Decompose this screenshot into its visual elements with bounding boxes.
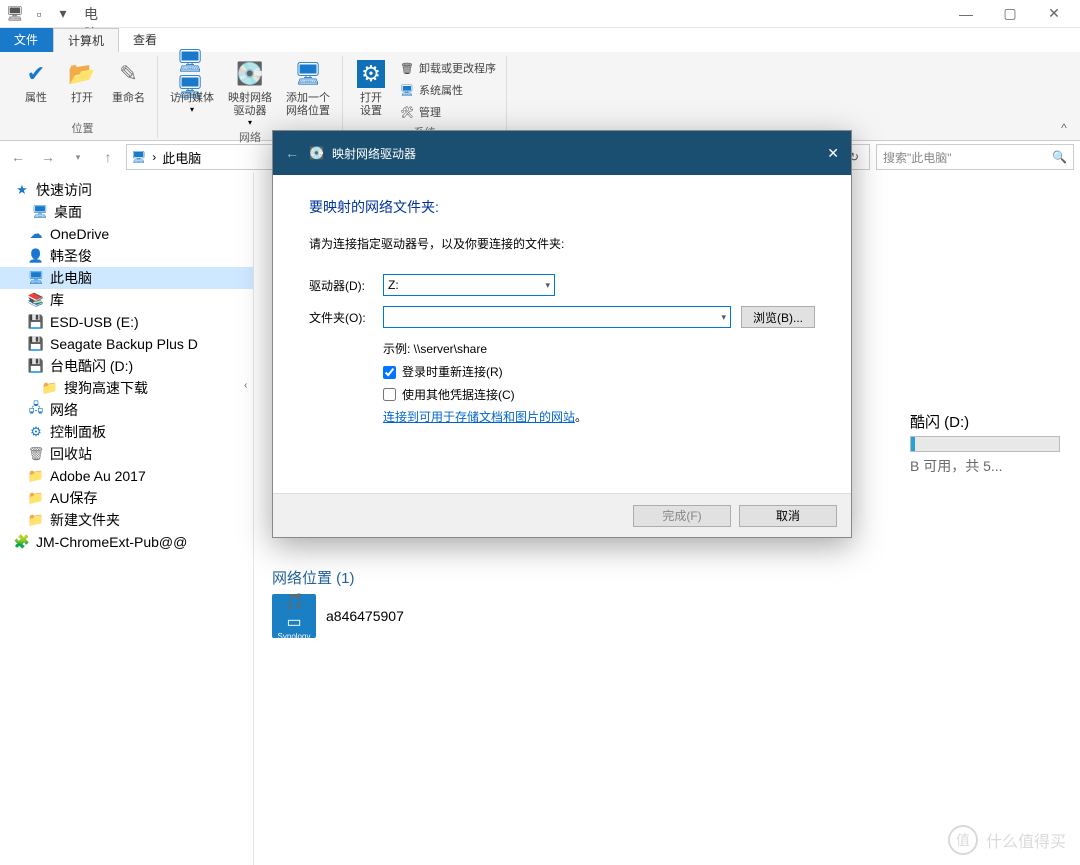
tree-au-save[interactable]: 📁AU保存 bbox=[0, 487, 253, 509]
ribbon-group-location: ✔属性 📂打开 ✎重命名 位置 bbox=[8, 56, 158, 138]
tree-taidian[interactable]: 💾台电酷闪 (D:) bbox=[0, 355, 253, 377]
dialog-body: 要映射的网络文件夹: 请为连接指定驱动器号，以及你要连接的文件夹: 驱动器(D)… bbox=[273, 175, 851, 439]
ribbon-group-network: 🖥🖥访问媒体▾ 💽映射网络 驱动器▾ 🖥添加一个 网络位置 网络 bbox=[158, 56, 343, 138]
dialog-heading: 要映射的网络文件夹: bbox=[309, 197, 815, 217]
other-cred-checkbox-input[interactable] bbox=[383, 388, 396, 401]
drive-select[interactable]: Z: ▾ bbox=[383, 274, 555, 296]
search-placeholder: 搜索"此电脑" bbox=[883, 149, 952, 166]
pc-icon: 🖥 bbox=[131, 150, 146, 164]
tab-view[interactable]: 查看 bbox=[119, 28, 172, 52]
search-icon[interactable]: 🔍 bbox=[1052, 150, 1067, 164]
watermark-text: 什么值得买 bbox=[986, 828, 1066, 852]
ribbon-group-label: 位置 bbox=[72, 120, 94, 138]
ribbon-open[interactable]: 📂打开 bbox=[60, 56, 104, 120]
breadcrumb-separator: › bbox=[152, 150, 156, 164]
ribbon-properties[interactable]: ✔属性 bbox=[14, 56, 58, 120]
ribbon-group-label: 网络 bbox=[239, 129, 261, 147]
tree-new-folder[interactable]: 📁新建文件夹 bbox=[0, 509, 253, 531]
nav-forward-icon[interactable]: → bbox=[36, 145, 60, 169]
dialog-drive-row: 驱动器(D): Z: ▾ bbox=[309, 274, 815, 296]
tab-file[interactable]: 文件 bbox=[0, 28, 53, 52]
nas-icon: 🎵▭ Synology bbox=[272, 594, 316, 638]
nav-history-icon[interactable]: ▾ bbox=[66, 145, 90, 169]
dialog-titlebar: ← 💽 映射网络驱动器 ✕ bbox=[273, 131, 851, 175]
search-input[interactable]: 搜索"此电脑" 🔍 bbox=[876, 144, 1074, 170]
ribbon-uninstall[interactable]: 🗑卸载或更改程序 bbox=[399, 58, 496, 78]
network-location-item[interactable]: 🎵▭ Synology a846475907 bbox=[272, 594, 1062, 638]
maximize-button[interactable]: ▢ bbox=[988, 0, 1032, 28]
network-location-name: a846475907 bbox=[326, 608, 404, 624]
finish-button[interactable]: 完成(F) bbox=[633, 505, 731, 527]
drive-label: 驱动器(D): bbox=[309, 277, 383, 294]
breadcrumb[interactable]: 此电脑 bbox=[162, 148, 201, 167]
reconnect-checkbox-input[interactable] bbox=[383, 366, 396, 379]
storage-link[interactable]: 连接到可用于存储文档和图片的网站 bbox=[383, 410, 575, 424]
dialog-icon: 💽 bbox=[309, 146, 324, 160]
window-title: 此电脑 bbox=[84, 3, 106, 25]
drive-info-text: B 可用，共 5... bbox=[910, 456, 1060, 476]
ribbon-collapse-icon[interactable]: ^ bbox=[1054, 118, 1074, 138]
drive-name[interactable]: 酷闪 (D:) bbox=[910, 411, 1060, 432]
dialog-folder-row: 文件夹(O): ▾ 浏览(B)... bbox=[309, 306, 815, 328]
qat-item[interactable]: ▫ bbox=[28, 3, 50, 25]
folder-input[interactable]: ▾ bbox=[383, 306, 731, 328]
minimize-button[interactable]: — bbox=[944, 0, 988, 28]
chevron-down-icon: ▾ bbox=[545, 280, 550, 291]
tab-computer[interactable]: 计算机 bbox=[53, 28, 119, 52]
example-text: 示例: \\server\share bbox=[383, 338, 815, 361]
tree-quick-access[interactable]: ★快速访问 bbox=[0, 179, 253, 201]
tree-adobe[interactable]: 📁Adobe Au 2017 bbox=[0, 465, 253, 487]
titlebar: 🖥 ▫ ▾ 此电脑 — ▢ ✕ bbox=[0, 0, 1080, 28]
window-controls: — ▢ ✕ bbox=[944, 0, 1076, 28]
tree-onedrive[interactable]: ☁OneDrive bbox=[0, 223, 253, 245]
tree-sogou[interactable]: 📁搜狗高速下载 bbox=[0, 377, 253, 399]
ribbon-open-settings[interactable]: ⚙打开 设置 bbox=[349, 56, 393, 124]
nav-tree: ★快速访问 🖥桌面 ☁OneDrive 👤韩圣俊 🖥此电脑 📚库 💾ESD-US… bbox=[0, 173, 254, 865]
ribbon-system-small: 🗑卸载或更改程序 🖥系统属性 🛠管理 bbox=[395, 56, 500, 124]
ribbon-group-system: ⚙打开 设置 🗑卸载或更改程序 🖥系统属性 🛠管理 系统 bbox=[343, 56, 507, 138]
close-button[interactable]: ✕ bbox=[1032, 0, 1076, 28]
dialog-back-icon[interactable]: ← bbox=[285, 145, 299, 161]
tree-jm-chrome[interactable]: 🧩JM-ChromeExt-Pub@@ bbox=[0, 531, 253, 553]
dialog-instruction: 请为连接指定驱动器号，以及你要连接的文件夹: bbox=[309, 235, 815, 252]
dialog-sub: 示例: \\server\share 登录时重新连接(R) 使用其他凭据连接(C… bbox=[383, 338, 815, 429]
app-icon: 🖥 bbox=[4, 3, 26, 25]
ribbon-access-media[interactable]: 🖥🖥访问媒体▾ bbox=[164, 56, 220, 129]
ribbon: ✔属性 📂打开 ✎重命名 位置 🖥🖥访问媒体▾ 💽映射网络 驱动器▾ 🖥添加一个… bbox=[0, 52, 1080, 141]
watermark: 值 什么值得买 bbox=[948, 825, 1066, 855]
tree-control-panel[interactable]: ⚙控制面板 bbox=[0, 421, 253, 443]
drive-value: Z: bbox=[388, 278, 399, 292]
folder-label: 文件夹(O): bbox=[309, 309, 383, 326]
ribbon-sys-props[interactable]: 🖥系统属性 bbox=[399, 80, 496, 100]
ribbon-tabs: 文件 计算机 查看 bbox=[0, 28, 1080, 52]
tree-libraries[interactable]: 📚库 bbox=[0, 289, 253, 311]
map-drive-dialog: ← 💽 映射网络驱动器 ✕ 要映射的网络文件夹: 请为连接指定驱动器号，以及你要… bbox=[272, 130, 852, 538]
tree-this-pc[interactable]: 🖥此电脑 bbox=[0, 267, 253, 289]
tree-seagate[interactable]: 💾Seagate Backup Plus D bbox=[0, 333, 253, 355]
dialog-title: 映射网络驱动器 bbox=[332, 145, 416, 162]
cancel-button[interactable]: 取消 bbox=[739, 505, 837, 527]
nav-up-icon[interactable]: ↑ bbox=[96, 145, 120, 169]
nav-back-icon[interactable]: ← bbox=[6, 145, 30, 169]
dialog-close-icon[interactable]: ✕ bbox=[827, 145, 839, 162]
tree-desktop[interactable]: 🖥桌面 bbox=[0, 201, 253, 223]
dialog-footer: 完成(F) 取消 bbox=[273, 493, 851, 537]
tree-network[interactable]: 🖧网络 bbox=[0, 399, 253, 421]
tree-user[interactable]: 👤韩圣俊 bbox=[0, 245, 253, 267]
section-network-locations[interactable]: 网络位置 (1) bbox=[272, 567, 1062, 588]
reconnect-checkbox[interactable]: 登录时重新连接(R) bbox=[383, 361, 815, 384]
ribbon-add-location[interactable]: 🖥添加一个 网络位置 bbox=[280, 56, 336, 129]
ribbon-map-drive[interactable]: 💽映射网络 驱动器▾ bbox=[222, 56, 278, 129]
tree-recycle[interactable]: 🗑回收站 bbox=[0, 443, 253, 465]
watermark-icon: 值 bbox=[948, 825, 978, 855]
qat-item[interactable]: ▾ bbox=[52, 3, 74, 25]
browse-button[interactable]: 浏览(B)... bbox=[741, 306, 815, 328]
ribbon-manage[interactable]: 🛠管理 bbox=[399, 102, 496, 122]
quick-access-toolbar: 🖥 ▫ ▾ 此电脑 bbox=[4, 3, 106, 25]
ribbon-rename[interactable]: ✎重命名 bbox=[106, 56, 151, 120]
tree-esd-usb[interactable]: 💾ESD-USB (E:) bbox=[0, 311, 253, 333]
other-cred-checkbox[interactable]: 使用其他凭据连接(C) bbox=[383, 384, 815, 407]
chevron-down-icon: ▾ bbox=[721, 312, 726, 323]
drive-usage-bar bbox=[910, 436, 1060, 452]
